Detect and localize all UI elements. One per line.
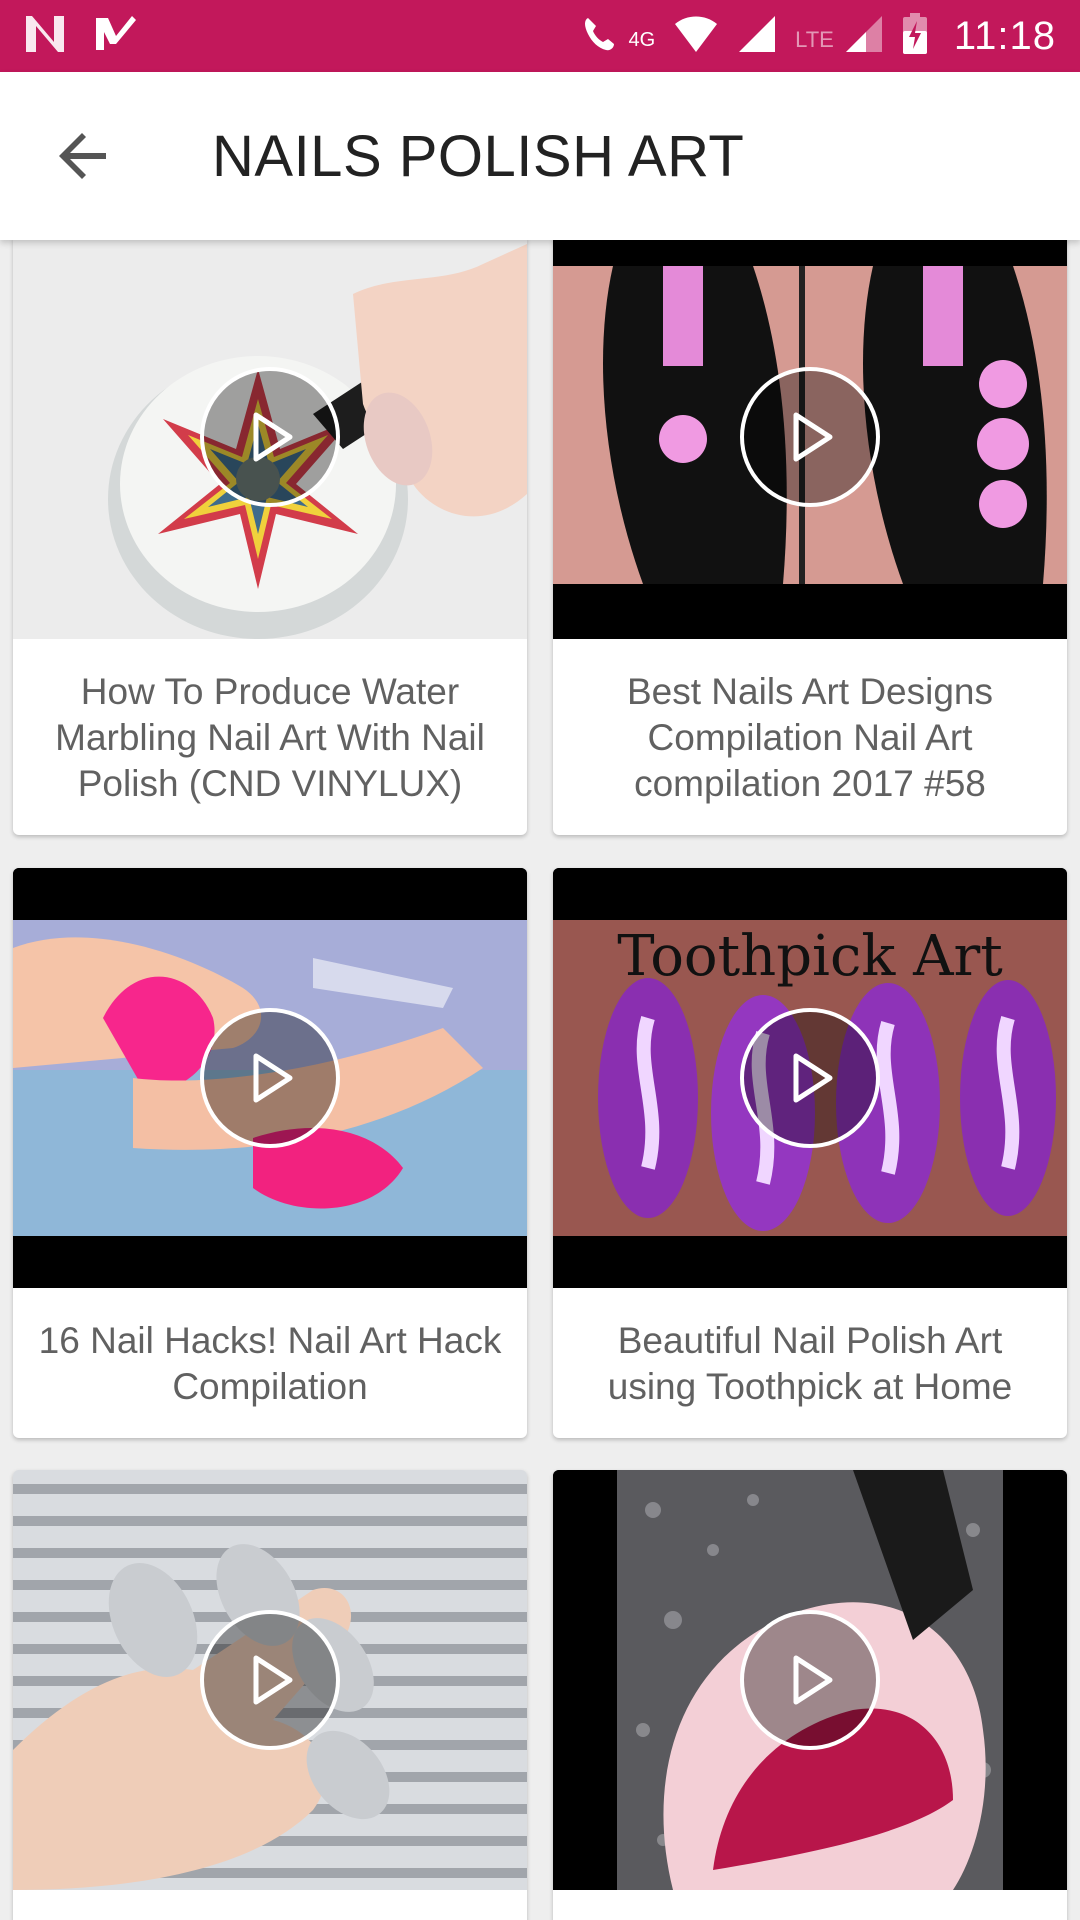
notification-check-icon — [94, 14, 138, 59]
video-thumbnail — [13, 868, 527, 1288]
video-thumbnail — [553, 1470, 1067, 1890]
play-icon — [253, 1053, 293, 1103]
play-icon — [793, 1053, 833, 1103]
back-button[interactable] — [48, 120, 120, 192]
play-button[interactable] — [200, 366, 340, 507]
network-lte-label: LTE — [795, 26, 834, 52]
video-title: How To Produce Water Marbling Nail Art W… — [55, 671, 485, 804]
battery-charging-icon — [902, 12, 928, 60]
play-button[interactable] — [200, 1610, 340, 1750]
video-title — [13, 1890, 527, 1920]
play-button[interactable] — [740, 1008, 880, 1148]
status-bar: 4G LTE 11:18 — [0, 0, 1080, 72]
page-title: NAILS POLISH ART — [212, 123, 745, 189]
status-time: 11:18 — [953, 13, 1056, 58]
wifi-icon — [673, 14, 719, 59]
thumbnail-overlay-text: Toothpick Art — [617, 924, 1003, 989]
video-thumbnail — [13, 1470, 527, 1890]
video-card[interactable] — [553, 1470, 1067, 1920]
network-4g-label: 4G — [628, 28, 656, 51]
video-title: Best Nails Art Designs Compilation Nail … — [626, 671, 994, 804]
play-button[interactable] — [200, 1008, 340, 1148]
video-thumbnail — [13, 240, 527, 639]
video-card[interactable]: Best Nails Art Designs Compilation Nail … — [553, 240, 1067, 835]
video-thumbnail: Toothpick Art — [553, 868, 1067, 1288]
play-button[interactable] — [740, 366, 880, 507]
notification-n-icon — [24, 14, 68, 59]
video-title: Beautiful Nail Polish Art using Toothpic… — [607, 1320, 1013, 1407]
video-title — [553, 1890, 1067, 1920]
arrow-back-icon — [59, 133, 106, 179]
wifi-calling-icon — [580, 14, 620, 59]
video-card[interactable]: 16 Nail Hacks! Nail Art Hack Compilation — [13, 868, 527, 1438]
video-card[interactable]: Toothpick Art Beautiful Nail Polish Art … — [553, 868, 1067, 1438]
signal-icon — [737, 14, 777, 59]
video-thumbnail — [553, 240, 1067, 639]
video-title: 16 Nail Hacks! Nail Art Hack Compilation — [38, 1320, 502, 1407]
video-card[interactable]: How To Produce Water Marbling Nail Art W… — [13, 240, 527, 835]
video-grid: How To Produce Water Marbling Nail Art W… — [0, 240, 1080, 1920]
play-icon — [253, 1655, 293, 1705]
app-bar: NAILS POLISH ART — [0, 72, 1080, 240]
play-icon — [793, 1655, 833, 1705]
play-icon — [253, 412, 293, 461]
play-icon — [793, 412, 833, 461]
play-button[interactable] — [740, 1610, 880, 1750]
signal-weak-icon — [844, 14, 884, 59]
video-card[interactable] — [13, 1470, 527, 1920]
